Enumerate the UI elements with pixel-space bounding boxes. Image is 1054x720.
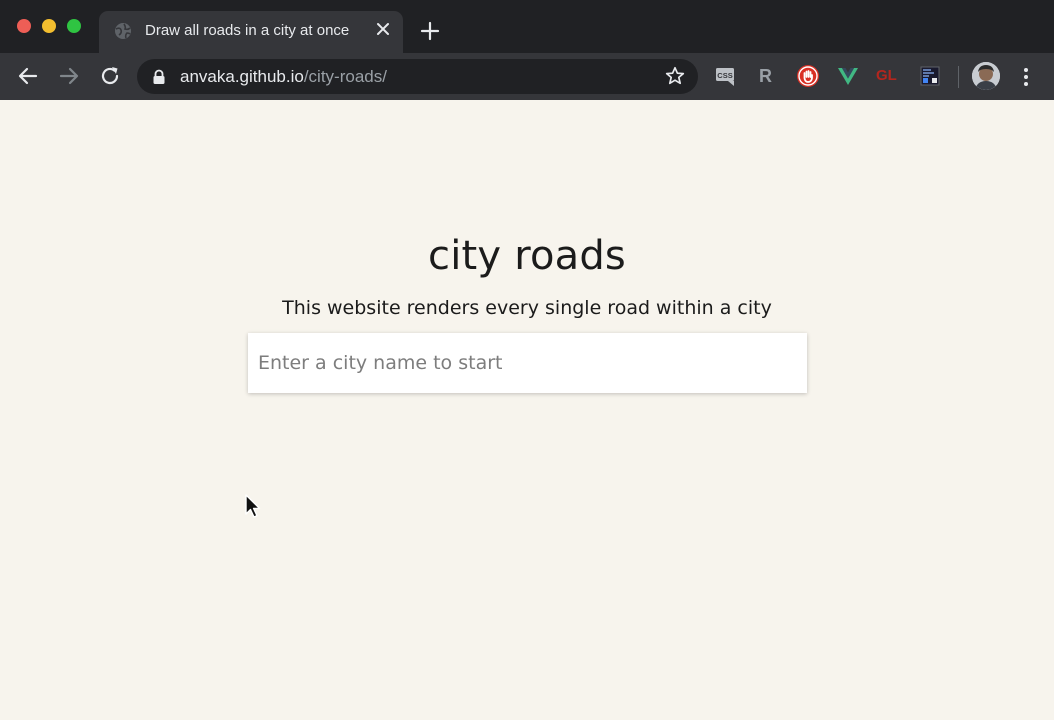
- screenshot-extension-icon[interactable]: [918, 64, 942, 88]
- profile-avatar[interactable]: [972, 62, 1000, 90]
- page-content: city roads This website renders every si…: [0, 100, 1054, 720]
- hand-stop-extension-icon[interactable]: [796, 64, 820, 88]
- address-bar[interactable]: anvaka.github.io/city-roads/: [137, 59, 698, 94]
- url-path: /city-roads/: [303, 67, 387, 86]
- toolbar-divider: [958, 66, 959, 88]
- minimize-window-button[interactable]: [42, 19, 56, 33]
- lock-icon[interactable]: [152, 69, 166, 85]
- page-title: city roads: [428, 233, 626, 279]
- search-box[interactable]: [248, 333, 807, 393]
- gl-extension-icon[interactable]: GL: [876, 67, 897, 84]
- more-vert-icon[interactable]: [1018, 65, 1034, 89]
- r-extension-icon[interactable]: R: [759, 66, 772, 87]
- maximize-window-button[interactable]: [67, 19, 81, 33]
- browser-titlebar: Draw all roads in a city at once: [0, 0, 1054, 53]
- forward-icon[interactable]: [58, 65, 80, 87]
- url-host: anvaka.github.io: [180, 67, 304, 86]
- profile-avatar-icon: [972, 62, 1000, 90]
- browser-toolbar: anvaka.github.io/city-roads/ CSS R GL: [0, 53, 1054, 100]
- browser-tab[interactable]: Draw all roads in a city at once: [99, 11, 403, 53]
- tab-title: Draw all roads in a city at once: [145, 22, 350, 39]
- city-search-input[interactable]: [248, 333, 807, 393]
- page-subtitle: This website renders every single road w…: [282, 297, 772, 319]
- new-tab-icon[interactable]: [420, 21, 440, 41]
- css-viewer-extension-icon[interactable]: CSS: [714, 64, 738, 88]
- css-extension-label: CSS: [717, 71, 732, 80]
- url-text[interactable]: anvaka.github.io/city-roads/: [180, 67, 387, 87]
- back-icon[interactable]: [17, 65, 39, 87]
- bookmark-star-icon[interactable]: [665, 66, 685, 86]
- close-window-button[interactable]: [17, 19, 31, 33]
- vue-devtools-extension-icon[interactable]: [836, 64, 860, 88]
- reload-icon[interactable]: [99, 65, 121, 87]
- globe-icon: [115, 23, 131, 39]
- close-tab-icon[interactable]: [374, 20, 392, 38]
- mouse-cursor-icon: [245, 494, 261, 518]
